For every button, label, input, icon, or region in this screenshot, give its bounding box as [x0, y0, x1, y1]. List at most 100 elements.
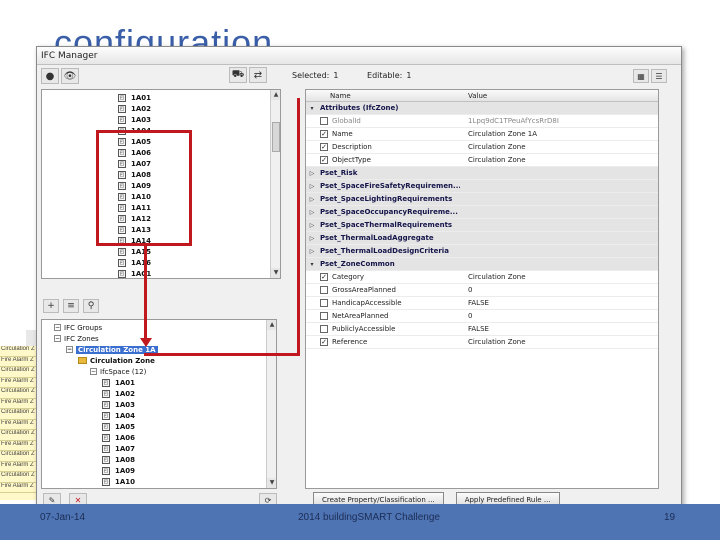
property-set-row[interactable]: ▷ Pset_ThermalLoadDesignCriteria: [306, 245, 658, 258]
checkbox[interactable]: [320, 299, 328, 307]
find-icon[interactable]: ⚲: [83, 299, 99, 313]
property-row[interactable]: ✓ Description Circulation Zone: [306, 141, 658, 154]
property-set-row[interactable]: ▷ Pset_SpaceThermalRequirements: [306, 219, 658, 232]
space-tree-item[interactable]: ◰ 1AC1: [118, 268, 280, 278]
property-row[interactable]: ✓ ObjectType Circulation Zone: [306, 154, 658, 167]
collapse-icon[interactable]: −: [66, 346, 73, 353]
collapse-icon[interactable]: −: [90, 368, 97, 375]
property-row[interactable]: ✓ Name Circulation Zone 1A: [306, 128, 658, 141]
property-row[interactable]: NetAreaPlanned 0: [306, 310, 658, 323]
group-tree-item[interactable]: − IfcSpace (12): [54, 366, 276, 377]
space-tree-item[interactable]: ◰ 1A16: [118, 257, 280, 268]
property-set-row[interactable]: ▷ Pset_SpaceFireSafetyRequiremen...: [306, 180, 658, 193]
checkbox[interactable]: ✓: [320, 338, 328, 346]
property-value[interactable]: Circulation Zone: [460, 338, 630, 346]
checkbox[interactable]: ✓: [320, 143, 328, 151]
property-name: Pset_ZoneCommon: [320, 260, 395, 268]
scroll-up-icon[interactable]: ▲: [267, 320, 276, 330]
space-tree-item[interactable]: ◰ 1A01: [118, 92, 280, 103]
checkbox[interactable]: [320, 325, 328, 333]
collapsed-icon[interactable]: ▷: [306, 183, 318, 190]
collapse-icon[interactable]: −: [54, 335, 61, 342]
circle-icon[interactable]: ●: [41, 68, 59, 84]
property-set-row[interactable]: ▾ Pset_ZoneCommon: [306, 258, 658, 271]
groups-tree-scrollbar[interactable]: ▲ ▼: [266, 320, 276, 488]
checkbox[interactable]: [320, 117, 328, 125]
property-value[interactable]: 0: [460, 312, 630, 320]
checkbox[interactable]: [320, 286, 328, 294]
property-row[interactable]: PubliclyAccessible FALSE: [306, 323, 658, 336]
checkbox[interactable]: ✓: [320, 130, 328, 138]
column-value-header[interactable]: Value: [460, 90, 630, 101]
space-tree-item[interactable]: ◰ 1A02: [118, 103, 280, 114]
collapsed-icon[interactable]: ▷: [306, 170, 318, 177]
property-row[interactable]: HandicapAccessible FALSE: [306, 297, 658, 310]
property-row[interactable]: ✓ Category Circulation Zone: [306, 271, 658, 284]
property-set-row[interactable]: ▷ Pset_SpaceLightingRequirements: [306, 193, 658, 206]
group-tree-item[interactable]: ◰ 1A08: [54, 454, 276, 465]
collapsed-icon[interactable]: ▷: [306, 222, 318, 229]
properties-panel[interactable]: Name Value ▾ Attributes (IfcZone) GlobalId…: [305, 89, 659, 489]
property-set-row[interactable]: ▷ Pset_SpaceOccupancyRequireme...: [306, 206, 658, 219]
checkbox[interactable]: ✓: [320, 273, 328, 281]
column-name-header[interactable]: Name: [306, 90, 460, 101]
property-set-row[interactable]: ▾ Attributes (IfcZone): [306, 102, 658, 115]
group-tree-item[interactable]: − IFC Groups: [54, 322, 276, 333]
group-tree-item[interactable]: ◰ 1A04: [54, 410, 276, 421]
group-tree-item[interactable]: ◰ 1A09: [54, 465, 276, 476]
property-value[interactable]: FALSE: [460, 325, 630, 333]
background-table-row: Circulation Z: [0, 367, 39, 378]
checkbox[interactable]: ✓: [320, 156, 328, 164]
list-icon[interactable]: ≡: [63, 299, 79, 313]
eye-icon[interactable]: 👁: [61, 68, 79, 84]
cart-icon[interactable]: ⛟: [229, 67, 247, 83]
group-tree-item[interactable]: ◰ 1A02: [54, 388, 276, 399]
scroll-down-icon[interactable]: ▼: [271, 268, 280, 278]
group-tree-item[interactable]: ◰ 1A07: [54, 443, 276, 454]
scroll-down-icon[interactable]: ▼: [267, 478, 276, 488]
property-name-cell: Pset_SpaceThermalRequirements: [318, 221, 460, 229]
checkbox[interactable]: [320, 312, 328, 320]
property-value[interactable]: Circulation Zone: [460, 273, 630, 281]
space-icon: ◰: [102, 422, 110, 431]
view-toggle-icon[interactable]: ▦: [633, 69, 649, 83]
footer-center: 2014 buildingSMART Challenge: [298, 512, 440, 523]
property-value[interactable]: Circulation Zone: [460, 156, 630, 164]
scroll-thumb[interactable]: [272, 122, 280, 152]
property-name-cell: ✓ ObjectType: [318, 156, 460, 164]
property-value[interactable]: 0: [460, 286, 630, 294]
expanded-icon[interactable]: ▾: [306, 105, 318, 112]
group-tree-item[interactable]: Circulation Zone: [54, 355, 276, 366]
expanded-icon[interactable]: ▾: [306, 261, 318, 268]
space-icon: ◰: [102, 389, 110, 398]
collapsed-icon[interactable]: ▷: [306, 235, 318, 242]
property-value[interactable]: Circulation Zone 1A: [460, 130, 630, 138]
cart-move-icon[interactable]: ⇄: [249, 67, 267, 83]
collapsed-icon[interactable]: ▷: [306, 209, 318, 216]
group-tree-item[interactable]: ◰ 1A06: [54, 432, 276, 443]
add-icon[interactable]: +: [43, 299, 59, 313]
collapse-icon[interactable]: −: [54, 324, 61, 331]
group-tree-item[interactable]: ◰ 1A10: [54, 476, 276, 487]
group-tree-item[interactable]: ◰ 1A05: [54, 421, 276, 432]
property-row[interactable]: GrossAreaPlanned 0: [306, 284, 658, 297]
collapsed-icon[interactable]: ▷: [306, 196, 318, 203]
group-tree-item[interactable]: ◰ 1A01: [54, 377, 276, 388]
property-value[interactable]: Circulation Zone: [460, 143, 630, 151]
property-row[interactable]: GlobalId 1Lpq9dC1TPeuAfYcsRrD8I: [306, 115, 658, 128]
space-tree-item[interactable]: ◰ 1A15: [118, 246, 280, 257]
space-tree-item[interactable]: ◰ 1A03: [118, 114, 280, 125]
options-icon[interactable]: ☰: [651, 69, 667, 83]
groups-tree-panel[interactable]: − IFC Groups − IFC Zones − Circulation Zone 1…: [41, 319, 277, 489]
property-set-row[interactable]: ▷ Pset_ThermalLoadAggregate: [306, 232, 658, 245]
property-row[interactable]: ✓ Reference Circulation Zone: [306, 336, 658, 349]
collapsed-icon[interactable]: ▷: [306, 248, 318, 255]
group-tree-item[interactable]: ◰ 1A03: [54, 399, 276, 410]
scroll-up-icon[interactable]: ▲: [271, 90, 280, 100]
property-value[interactable]: FALSE: [460, 299, 630, 307]
group-tree-item[interactable]: − IFC Zones: [54, 333, 276, 344]
spaces-tree-scrollbar[interactable]: ▲ ▼: [270, 90, 280, 278]
background-table-row: Circulation Z: [0, 472, 39, 483]
property-value[interactable]: 1Lpq9dC1TPeuAfYcsRrD8I: [460, 117, 630, 125]
property-set-row[interactable]: ▷ Pset_Risk: [306, 167, 658, 180]
